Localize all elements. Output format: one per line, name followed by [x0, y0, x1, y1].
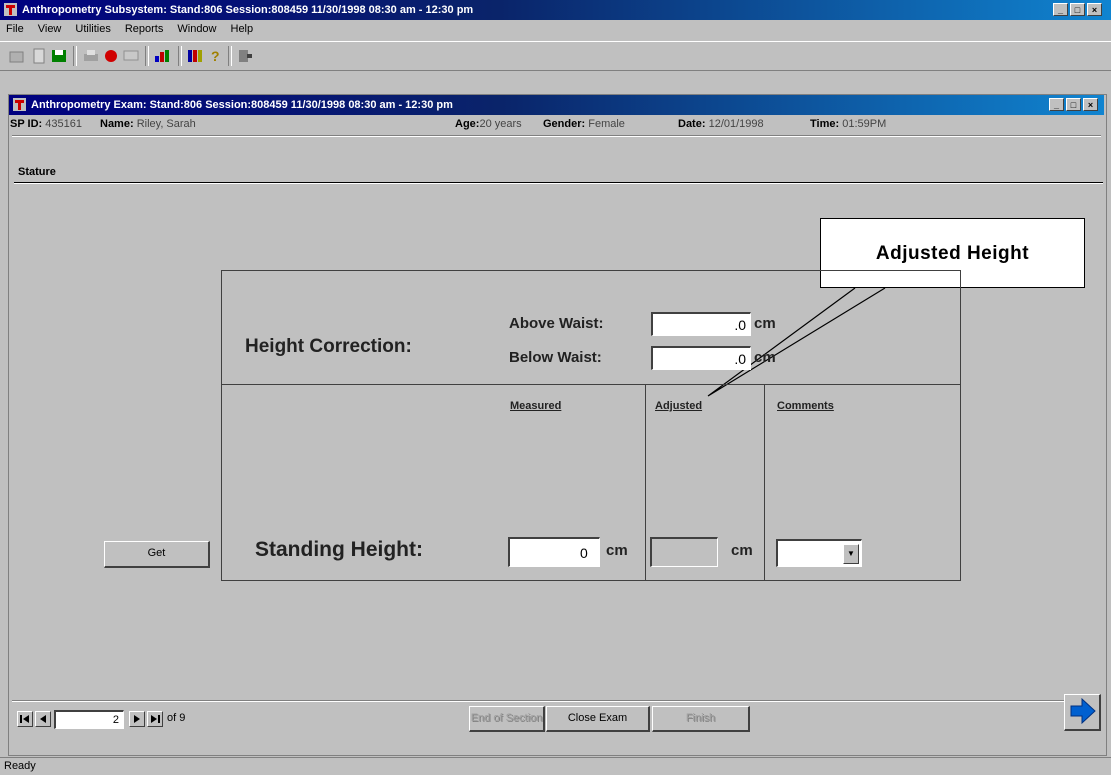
date-label: Date:: [678, 118, 706, 130]
previous-icon: [40, 715, 46, 723]
standing-height-adjusted-input: [650, 537, 718, 567]
sp-id-label: SP ID:: [10, 118, 43, 130]
section-divider: [14, 182, 1103, 184]
next-record-button[interactable]: [129, 711, 145, 727]
below-waist-input[interactable]: .0: [651, 346, 751, 370]
new-document-icon[interactable]: [30, 48, 48, 64]
app-icon: [4, 3, 17, 16]
close-exam-button[interactable]: Close Exam: [546, 706, 650, 732]
right-arrow-icon: [1070, 697, 1096, 725]
last-record-button[interactable]: [147, 711, 163, 727]
participant-header: SP ID: 435161 Name: Riley, Sarah Age:20 …: [10, 115, 1103, 133]
section-title: Stature: [18, 166, 56, 178]
exam-minimize-button[interactable]: _: [1049, 98, 1064, 111]
participant-name: Riley, Sarah: [136, 118, 196, 130]
books-icon[interactable]: [186, 48, 204, 64]
exam-time: 01:59PM: [842, 118, 887, 130]
exam-maximize-button[interactable]: □: [1066, 98, 1081, 111]
participant-age: 20 years: [479, 118, 522, 130]
sp-id: 435161: [45, 118, 82, 130]
time-label: Time:: [810, 118, 840, 130]
get-button[interactable]: Get: [104, 541, 210, 568]
status-bar: Ready: [0, 757, 1111, 774]
page-number-input[interactable]: 2: [54, 710, 124, 729]
first-icon: [20, 715, 29, 723]
first-record-button[interactable]: [17, 711, 33, 727]
above-waist-label: Above Waist:: [509, 315, 604, 332]
svg-text:?: ?: [211, 48, 220, 64]
menu-window[interactable]: Window: [171, 21, 224, 39]
exam-window-icon: [13, 98, 26, 111]
menu-help[interactable]: Help: [225, 21, 262, 39]
chart-icon[interactable]: [153, 48, 171, 64]
above-waist-unit: cm: [754, 315, 776, 332]
adjusted-column-header: Adjusted: [655, 400, 703, 412]
comments-select[interactable]: ▼: [776, 539, 862, 567]
menu-bar: File View Utilities Reports Window Help: [0, 21, 1111, 39]
close-button[interactable]: ×: [1087, 3, 1102, 16]
menu-utilities[interactable]: Utilities: [69, 21, 118, 39]
above-waist-input[interactable]: .0: [651, 312, 751, 336]
participant-gender: Female: [588, 118, 625, 130]
end-of-section-button[interactable]: End of Section: [469, 706, 545, 732]
page-count: of 9: [167, 712, 186, 724]
menu-view[interactable]: View: [32, 21, 70, 39]
next-icon: [134, 715, 140, 723]
next-section-button[interactable]: [1064, 694, 1101, 731]
gender-label: Gender:: [543, 118, 586, 130]
menu-reports[interactable]: Reports: [119, 21, 172, 39]
height-correction-label: Height Correction:: [245, 336, 412, 357]
menu-file[interactable]: File: [0, 21, 32, 39]
finish-button[interactable]: Finish: [652, 706, 750, 732]
exam-title: Anthropometry Exam: Stand:806 Session:80…: [31, 99, 453, 111]
print-icon[interactable]: [82, 48, 100, 64]
age-label: Age:: [455, 118, 480, 130]
adjusted-unit: cm: [731, 542, 753, 559]
below-waist-label: Below Waist:: [509, 349, 602, 366]
last-icon: [151, 715, 160, 723]
minimize-button[interactable]: _: [1053, 3, 1068, 16]
name-label: Name:: [100, 118, 134, 130]
open-icon[interactable]: [8, 48, 26, 64]
exam-title-bar: Anthropometry Exam: Stand:806 Session:80…: [9, 95, 1104, 115]
maximize-button[interactable]: □: [1070, 3, 1085, 16]
save-icon[interactable]: [50, 48, 68, 64]
below-waist-unit: cm: [754, 349, 776, 366]
exam-close-button[interactable]: ×: [1083, 98, 1098, 111]
app-title: Anthropometry Subsystem: Stand:806 Sessi…: [22, 4, 474, 16]
exam-date: 12/01/1998: [708, 118, 764, 130]
comments-column-header: Comments: [777, 400, 834, 412]
stop-icon[interactable]: [102, 48, 120, 64]
exit-icon[interactable]: [236, 48, 254, 64]
app-title-bar: Anthropometry Subsystem: Stand:806 Sessi…: [0, 0, 1111, 20]
measured-column-header: Measured: [510, 400, 562, 412]
comment-icon[interactable]: [122, 48, 140, 64]
help-icon[interactable]: ?: [206, 48, 224, 64]
previous-record-button[interactable]: [35, 711, 51, 727]
measured-unit: cm: [606, 542, 628, 559]
standing-height-measured-input[interactable]: 0: [508, 537, 600, 567]
standing-height-label: Standing Height:: [255, 538, 423, 561]
chevron-down-icon[interactable]: ▼: [843, 544, 859, 564]
toolbar: ?: [0, 41, 1111, 71]
